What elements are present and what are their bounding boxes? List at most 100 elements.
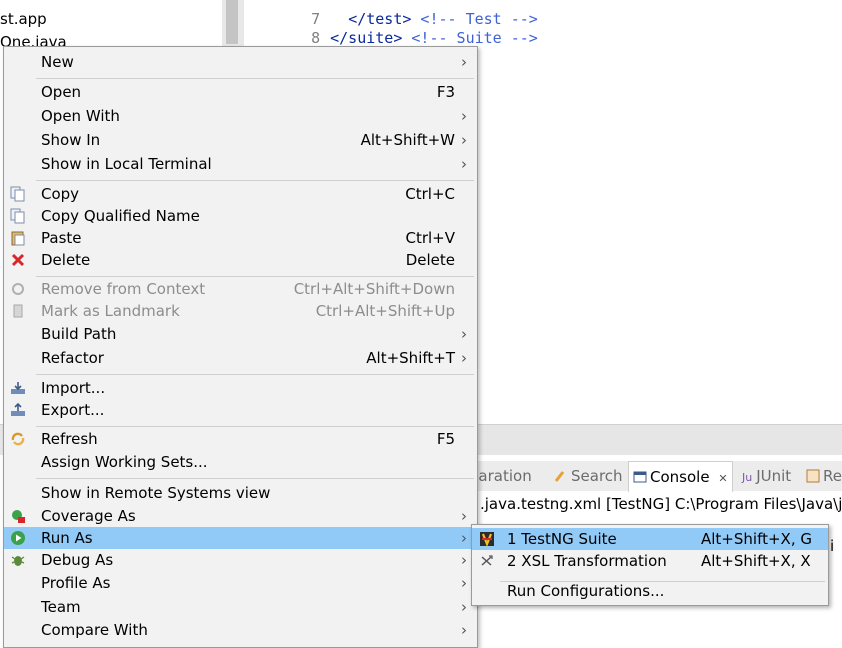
chevron-right-icon: ›: [461, 574, 467, 592]
search-icon: [554, 463, 568, 482]
code-line: 8 </suite> <!-- Suite -->: [244, 11, 538, 47]
menu-separator: [36, 374, 474, 375]
chevron-right-icon: ›: [461, 598, 467, 616]
menu-item-label: Compare With: [41, 621, 148, 639]
menu-item-show-in-local-terminal[interactable]: Show in Local Terminal ›: [4, 153, 477, 175]
menu-item-label: Mark as Landmark: [41, 302, 180, 320]
menu-item-label: Paste: [41, 229, 82, 247]
menu-item-refresh[interactable]: Refresh F5: [4, 428, 477, 450]
tab-search[interactable]: Search: [554, 461, 623, 491]
chevron-right-icon: ›: [461, 155, 467, 173]
refresh-icon: [10, 431, 26, 447]
coverage-icon: [10, 508, 26, 524]
remove-from-context-icon: [10, 281, 26, 297]
close-icon[interactable]: ✕: [718, 472, 727, 485]
menu-item-label: Refactor: [41, 349, 104, 367]
menu-item-compare-with[interactable]: Compare With ›: [4, 619, 477, 641]
menu-separator: [36, 478, 474, 479]
menu-item-show-in[interactable]: Show In Alt+Shift+W ›: [4, 129, 477, 151]
menu-item-coverage-as[interactable]: Coverage As ›: [4, 505, 477, 527]
menu-item-label: Assign Working Sets...: [41, 453, 208, 471]
menu-item-label: 1 TestNG Suite: [507, 530, 617, 548]
menu-item-copy-qualified-name[interactable]: Copy Qualified Name: [4, 205, 477, 227]
menu-item-refactor[interactable]: Refactor Alt+Shift+T ›: [4, 347, 477, 369]
menu-item-assign-working-sets[interactable]: Assign Working Sets...: [4, 451, 477, 473]
copy-qualified-name-icon: [10, 208, 26, 224]
menu-item-label: Run As: [41, 529, 93, 547]
chevron-right-icon: ›: [461, 107, 467, 125]
xsl-transform-icon: [479, 553, 495, 569]
run-icon: [10, 530, 26, 546]
explorer-item-app[interactable]: st.app: [0, 10, 47, 28]
menu-item-label: Copy: [41, 185, 80, 203]
menu-item-shortcut: Alt+Shift+X, X: [701, 552, 811, 570]
menu-item-shortcut: Alt+Shift+X, G: [701, 530, 812, 548]
menu-item-shortcut: Ctrl+V: [405, 229, 455, 247]
tab-console[interactable]: Console ✕: [628, 461, 733, 492]
menu-item-label: Refresh: [41, 430, 98, 448]
menu-item-shortcut: Ctrl+Alt+Shift+Down: [293, 280, 455, 298]
menu-item-label: 2 XSL Transformation: [507, 552, 667, 570]
menu-item-2-xsl-transformation[interactable]: 2 XSL Transformation Alt+Shift+X, X: [472, 550, 828, 572]
menu-item-copy[interactable]: Copy Ctrl+C: [4, 183, 477, 205]
tab-label: JUnit: [756, 467, 792, 485]
menu-item-paste[interactable]: Paste Ctrl+V: [4, 227, 477, 249]
menu-item-show-in-remote-systems-view[interactable]: Show in Remote Systems view: [4, 482, 477, 504]
chevron-right-icon: ›: [461, 349, 467, 367]
menu-item-shortcut: F3: [436, 83, 455, 101]
paste-icon: [10, 230, 26, 246]
copy-icon: [10, 186, 26, 202]
menu-item-delete[interactable]: Delete Delete: [4, 249, 477, 271]
menu-item-label: Export...: [41, 401, 105, 419]
menu-item-1-testng-suite[interactable]: 1 TestNG Suite Alt+Shift+X, G: [472, 528, 828, 550]
menu-item-shortcut: Ctrl+Alt+Shift+Up: [315, 302, 455, 320]
menu-item-shortcut: Alt+Shift+T: [366, 349, 455, 367]
menu-item-team[interactable]: Team ›: [4, 596, 477, 618]
xml-comment: <!-- Suite -->: [402, 29, 538, 47]
console-icon: [633, 464, 647, 483]
menu-item-build-path[interactable]: Build Path ›: [4, 323, 477, 345]
results-icon: [806, 463, 820, 483]
chevron-right-icon: ›: [461, 131, 467, 149]
debug-icon: [10, 552, 26, 568]
menu-item-export[interactable]: Export...: [4, 399, 477, 421]
menu-separator: [36, 180, 474, 181]
run-as-submenu: 1 TestNG Suite Alt+Shift+X, G 2 XSL Transf…: [471, 524, 829, 606]
menu-item-label: Import...: [41, 379, 106, 397]
menu-item-open[interactable]: Open F3: [4, 81, 477, 103]
chevron-right-icon: ›: [461, 507, 467, 525]
panel-tab-bar: claration Search Console ✕ Ju JUnit Re: [466, 461, 842, 492]
menu-item-open-with[interactable]: Open With ›: [4, 105, 477, 127]
tab-label: Search: [571, 467, 623, 485]
import-icon: [10, 380, 26, 396]
menu-item-label: Run Configurations...: [507, 582, 665, 600]
menu-item-label: Open With: [41, 107, 120, 125]
menu-separator: [36, 78, 474, 79]
menu-item-label: Show in Remote Systems view: [41, 484, 271, 502]
menu-item-run-as[interactable]: Run As ›: [4, 527, 477, 549]
delete-icon: [10, 252, 26, 268]
menu-item-import[interactable]: Import...: [4, 377, 477, 399]
menu-item-mark-as-landmark: Mark as Landmark Ctrl+Alt+Shift+Up: [4, 300, 477, 322]
menu-item-remove-from-context: Remove from Context Ctrl+Alt+Shift+Down: [4, 278, 477, 300]
menu-item-debug-as[interactable]: Debug As ›: [4, 549, 477, 571]
junit-icon: Ju: [742, 471, 753, 484]
menu-item-profile-as[interactable]: Profile As ›: [4, 572, 477, 594]
console-text: i: [830, 537, 835, 555]
tab-junit[interactable]: Ju JUnit: [742, 461, 791, 491]
chevron-right-icon: ›: [461, 53, 467, 71]
xml-tag: </suite>: [330, 29, 403, 47]
menu-item-label: Delete: [41, 251, 91, 269]
chevron-right-icon: ›: [461, 529, 467, 547]
testng-icon: [479, 531, 495, 547]
menu-item-run-configurations[interactable]: Run Configurations...: [472, 580, 828, 602]
context-menu: New › Open F3 Open With › Show In Alt+Shift+W › S…: [3, 46, 478, 648]
menu-item-new[interactable]: New ›: [4, 51, 477, 73]
tab-label: Console: [650, 468, 710, 486]
export-icon: [10, 402, 26, 418]
menu-item-shortcut: Ctrl+C: [405, 185, 455, 203]
console-launch-path: .java.testng.xml [TestNG] C:\Program Fil…: [480, 495, 842, 513]
chevron-right-icon: ›: [461, 551, 467, 569]
menu-item-label: Coverage As: [41, 507, 136, 525]
tab-results[interactable]: Re: [806, 461, 842, 491]
